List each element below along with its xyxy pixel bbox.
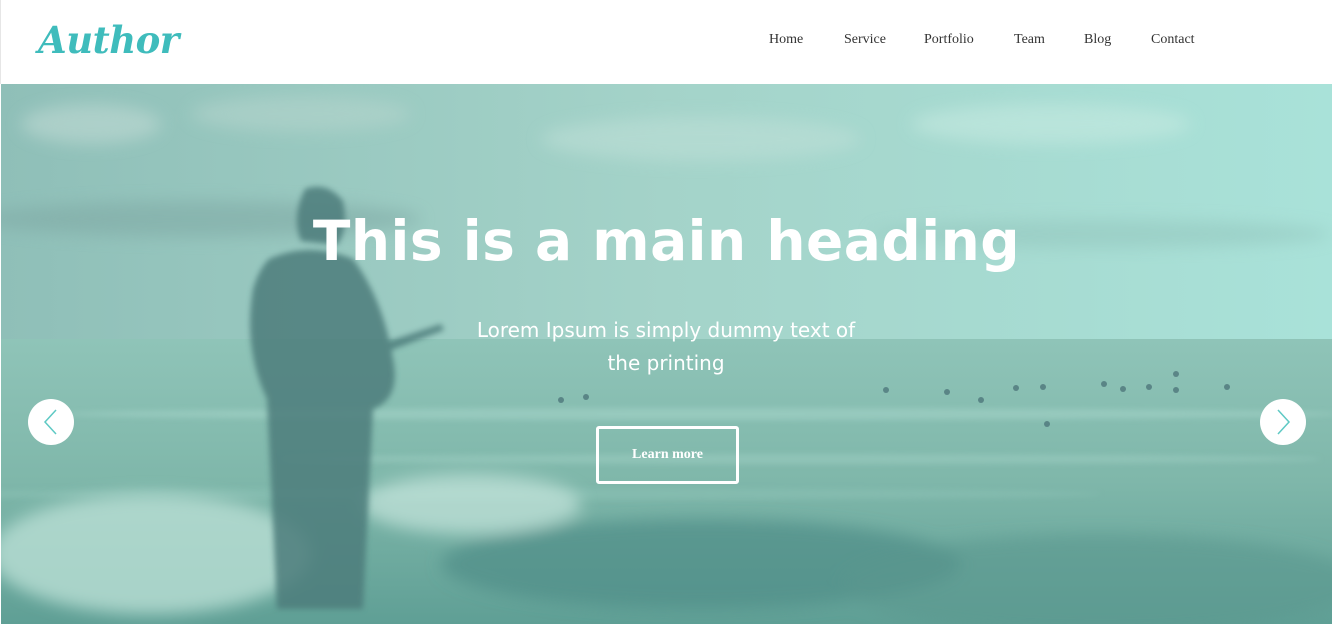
nav-item-service[interactable]: Service	[844, 29, 886, 51]
chevron-right-icon	[1277, 409, 1291, 435]
learn-more-button[interactable]: Learn more	[596, 426, 739, 484]
nav-item-team[interactable]: Team	[1014, 29, 1045, 51]
nav-item-blog[interactable]: Blog	[1084, 29, 1111, 51]
hero-slider: This is a main heading Lorem Ipsum is si…	[1, 84, 1332, 624]
hero-heading: This is a main heading	[312, 209, 1021, 273]
chevron-left-icon	[43, 409, 57, 435]
navbar: Author Home Service Portfolio Team Blog …	[0, 0, 1332, 84]
slider-next-button[interactable]	[1260, 399, 1306, 445]
hero-subheading: Lorem Ipsum is simply dummy text of the …	[476, 318, 856, 375]
nav-item-portfolio[interactable]: Portfolio	[924, 29, 974, 51]
nav-item-home[interactable]: Home	[769, 29, 803, 51]
slider-prev-button[interactable]	[28, 399, 74, 445]
nav-item-contact[interactable]: Contact	[1151, 29, 1195, 51]
logo[interactable]: Author	[38, 14, 179, 66]
